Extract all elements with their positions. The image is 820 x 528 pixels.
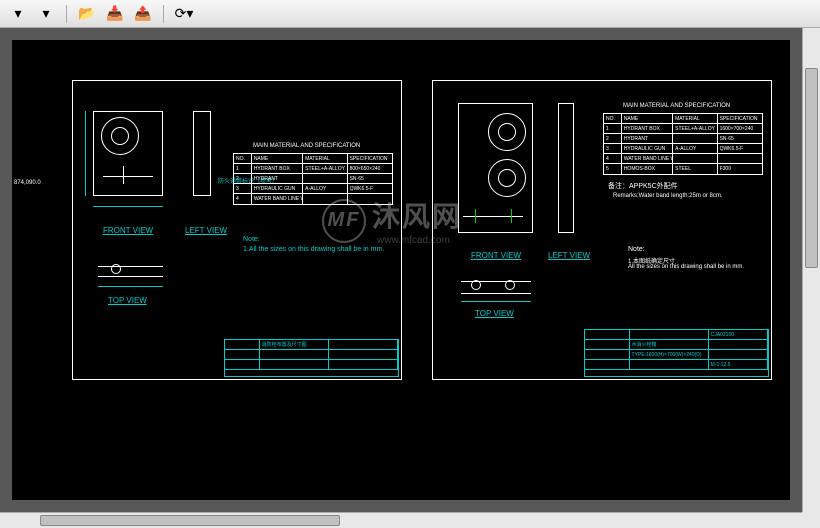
remark-title: 备注：APPK5C外配件 <box>608 181 678 191</box>
refresh-icon[interactable]: ⟳▾ <box>174 4 194 24</box>
hydrant-line <box>103 176 153 177</box>
note-label: Note: <box>243 236 260 243</box>
dropdown-icon[interactable]: ▾ <box>8 4 28 24</box>
separator <box>66 5 67 23</box>
top-view-line <box>98 266 163 267</box>
note-text: 1.All the sizes on this drawing shall be… <box>243 246 384 253</box>
left-view-box <box>193 111 211 196</box>
note-text: All the sizes on this drawing shall be i… <box>628 264 744 270</box>
export-icon[interactable]: 📤 <box>133 4 153 24</box>
dim-line <box>98 286 163 287</box>
drawing-sheet-2: FRONT VIEW LEFT VIEW TOP VIEW MAIN MATER… <box>432 80 772 380</box>
table-title: MAIN MATERIAL AND SPECIFICATION <box>253 143 360 149</box>
top-view-line2 <box>98 276 163 277</box>
note-label: Note: <box>628 246 645 253</box>
top-view-label: TOP VIEW <box>108 296 147 305</box>
hose-reel-inner <box>111 127 129 145</box>
valve-stem1 <box>475 209 476 223</box>
toolbar: ▾ ▾ 📂 📥 📤 ⟳▾ <box>0 0 820 28</box>
table-row: 4WATER BAND LINE WITH RUBBER <box>604 154 762 164</box>
material-table: NO. NAME MATERIAL SPECIFICATION 1 HYDRAN… <box>233 153 393 205</box>
coordinate-marker: 874,090.0 <box>14 180 41 186</box>
drawing-sheet-1: FRONT VIEW LEFT VIEW TOP VIEW 防火通道标识（参考）… <box>72 80 402 380</box>
top-view-label: TOP VIEW <box>475 309 514 318</box>
separator <box>163 5 164 23</box>
table-header-row: NO. NAME MATERIAL SPECIFICATION <box>234 154 392 164</box>
table-row: 3 HYDRAULIC GUN A-ALLOY QWK6.5-F <box>234 184 392 194</box>
vertical-scroll-thumb[interactable] <box>805 68 818 268</box>
top-view-line2 <box>461 293 531 294</box>
import-icon[interactable]: 📥 <box>105 4 125 24</box>
front-view-label: FRONT VIEW <box>471 251 521 260</box>
table-header-row: NO. NAME MATERIAL SPECIFICATION <box>604 114 762 124</box>
left-view-label: LEFT VIEW <box>548 251 590 260</box>
dropdown-icon-2[interactable]: ▾ <box>36 4 56 24</box>
table-row: 2HYDRANTSN·65 <box>604 134 762 144</box>
th-name: NAME <box>252 154 303 163</box>
title-block: 消防栓布置及尺寸图 <box>224 339 399 377</box>
top-nozzle <box>111 264 121 274</box>
dim-line <box>93 206 163 207</box>
open-icon[interactable]: 📂 <box>77 4 97 24</box>
left-view-box <box>558 103 574 233</box>
left-view-label: LEFT VIEW <box>185 226 227 235</box>
top-nozzle2 <box>505 280 515 290</box>
front-view-label: FRONT VIEW <box>103 226 153 235</box>
hose-reel-2-inner <box>498 169 516 187</box>
table-row: 1 HYDRANT BOX STEEL+A-ALLOY 800×650×240 <box>234 164 392 174</box>
th-material: MATERIAL <box>303 154 347 163</box>
title-block: CJA02100 水消火栓箱 TYPE:1600(H)×700(W)×240(D… <box>584 329 769 377</box>
table-row: 1HYDRANT BOXSTEEL+A-ALLOY1600×700×240 <box>604 124 762 134</box>
table-row: 5HOMOS-BOXSTEELF300 <box>604 164 762 174</box>
canvas-viewport[interactable]: 874,090.0 FRONT VIEW LEFT VIEW TOP VIEW <box>0 28 802 512</box>
table-row: 3HYDRAULIC GUNA-ALLOYQWK6.5-F <box>604 144 762 154</box>
valve-stem2 <box>511 209 512 223</box>
valve-stem <box>123 166 124 184</box>
th-spec: SPECIFICATION <box>348 154 392 163</box>
th-no: NO. <box>234 154 252 163</box>
table-row: 4 WATER BAND LINE WITH RUBBER <box>234 194 392 204</box>
top-nozzle1 <box>471 280 481 290</box>
drawing-canvas[interactable]: 874,090.0 FRONT VIEW LEFT VIEW TOP VIEW <box>12 40 790 500</box>
table-title: MAIN MATERIAL AND SPECIFICATION <box>623 103 730 109</box>
scroll-corner <box>802 512 820 528</box>
valve-line <box>463 216 523 217</box>
remark-text: Remarks:Water band length:25m or 8cm. <box>613 193 723 199</box>
material-table: NO. NAME MATERIAL SPECIFICATION 1HYDRANT… <box>603 113 763 175</box>
hose-reel-1-inner <box>498 123 516 141</box>
vertical-scrollbar[interactable] <box>802 28 820 512</box>
dim-line <box>461 301 531 302</box>
dim-line <box>85 111 86 196</box>
horizontal-scrollbar[interactable] <box>0 512 802 528</box>
horizontal-scroll-thumb[interactable] <box>40 515 340 526</box>
table-row: 2 HYDRANT SN·65 <box>234 174 392 184</box>
